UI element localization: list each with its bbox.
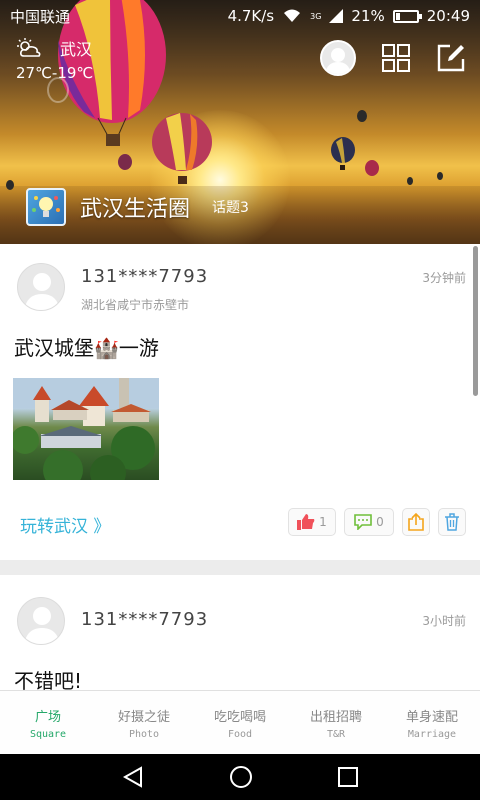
app-screen: 中国联通 4.7K/s 3G 21% 20:49 武汉 27℃-19℃ 武汉生活… bbox=[0, 0, 480, 800]
post-time: 3分钟前 bbox=[422, 271, 466, 285]
person-icon bbox=[24, 273, 60, 310]
tab-label: 好摄之徒 bbox=[117, 709, 170, 725]
weather-city: 武汉 bbox=[60, 40, 93, 59]
network-type: 3G bbox=[310, 11, 322, 21]
tab-sublabel: Food bbox=[227, 728, 253, 740]
grid-icon[interactable] bbox=[382, 44, 410, 72]
weather-widget[interactable]: 武汉 27℃-19℃ bbox=[16, 36, 93, 82]
post-card: 131****7793 湖北省咸宁市赤壁市 3分钟前 武汉城堡🏰一游 玩转武汉 … bbox=[0, 244, 480, 560]
status-right: 4.7K/s 3G 21% 20:49 bbox=[228, 7, 470, 25]
wifi-icon bbox=[284, 9, 301, 22]
status-bar: 中国联通 4.7K/s 3G 21% 20:49 bbox=[0, 0, 480, 32]
user-avatar-button[interactable] bbox=[320, 40, 356, 76]
tab-sublabel: Marriage bbox=[407, 728, 457, 740]
post-location: 湖北省咸宁市赤壁市 bbox=[81, 298, 190, 312]
post-avatar[interactable] bbox=[17, 597, 65, 645]
community-logo bbox=[26, 188, 66, 226]
tab-square[interactable]: 广场 Square bbox=[0, 691, 96, 754]
trash-icon bbox=[445, 513, 459, 531]
castle-photo bbox=[13, 378, 159, 480]
battery-icon bbox=[392, 9, 422, 23]
tab-label: 出租招聘 bbox=[309, 709, 362, 725]
topic-count: 话题3 bbox=[212, 200, 249, 216]
tab-food[interactable]: 吃吃喝喝 Food bbox=[192, 691, 288, 754]
post-avatar[interactable] bbox=[17, 263, 65, 311]
signal-icon bbox=[329, 9, 344, 23]
tab-photo[interactable]: 好摄之徒 Photo bbox=[96, 691, 192, 754]
partly-cloudy-icon bbox=[17, 38, 41, 57]
post-time: 3小时前 bbox=[422, 614, 466, 628]
tab-sublabel: Photo bbox=[128, 728, 160, 740]
tab-label: 吃吃喝喝 bbox=[213, 709, 266, 725]
community-header[interactable]: 武汉生活圈 话题3 bbox=[26, 188, 249, 226]
comment-count: 0 bbox=[376, 515, 384, 529]
clock: 20:49 bbox=[426, 7, 470, 25]
post-card: 131****7793 3小时前 不错吧! bbox=[0, 575, 480, 693]
like-count: 1 bbox=[319, 515, 327, 529]
comment-icon bbox=[354, 514, 372, 530]
carrier-name: 中国联通 bbox=[10, 7, 71, 26]
battery-percent: 21% bbox=[351, 7, 385, 25]
back-icon[interactable] bbox=[121, 765, 145, 789]
community-name: 武汉生活圈 bbox=[80, 197, 191, 222]
post-tag-link[interactable]: 玩转武汉 》 bbox=[20, 512, 110, 537]
tab-sublabel: T&R bbox=[326, 728, 346, 740]
person-icon bbox=[24, 607, 60, 644]
person-icon bbox=[325, 48, 351, 74]
tab-rent-recruit[interactable]: 出租招聘 T&R bbox=[288, 691, 384, 754]
bottom-tab-bar: 广场 Square 好摄之徒 Photo 吃吃喝喝 Food 出租招聘 T&R … bbox=[0, 690, 480, 754]
post-photo[interactable] bbox=[13, 378, 159, 480]
thumbs-up-icon bbox=[297, 514, 315, 530]
post-username[interactable]: 131****7793 bbox=[81, 609, 208, 630]
edit-icon[interactable] bbox=[436, 43, 466, 73]
weather-temp: 27℃-19℃ bbox=[16, 64, 94, 82]
post-title[interactable]: 武汉城堡🏰一游 bbox=[14, 332, 159, 361]
scrollbar[interactable] bbox=[473, 246, 478, 396]
tab-marriage[interactable]: 单身速配 Marriage bbox=[384, 691, 480, 754]
tab-label: 广场 bbox=[34, 709, 61, 725]
share-button[interactable] bbox=[402, 508, 430, 536]
system-nav-bar bbox=[0, 754, 480, 800]
header-actions bbox=[320, 40, 466, 76]
post-username[interactable]: 131****7793 bbox=[81, 266, 208, 287]
recents-icon[interactable] bbox=[337, 766, 359, 788]
home-icon[interactable] bbox=[228, 764, 254, 790]
delete-button[interactable] bbox=[438, 508, 466, 536]
network-speed: 4.7K/s bbox=[227, 7, 275, 25]
tab-sublabel: Square bbox=[29, 728, 67, 740]
battery-fill bbox=[395, 12, 400, 20]
lightbulb-icon bbox=[32, 196, 60, 217]
like-button[interactable]: 1 bbox=[288, 508, 336, 536]
tab-label: 单身速配 bbox=[405, 709, 458, 725]
comment-button[interactable]: 0 bbox=[344, 508, 394, 536]
hero-banner: 中国联通 4.7K/s 3G 21% 20:49 武汉 27℃-19℃ 武汉生活… bbox=[0, 0, 480, 244]
share-icon bbox=[408, 513, 424, 531]
post-actions: 1 0 bbox=[288, 508, 466, 536]
